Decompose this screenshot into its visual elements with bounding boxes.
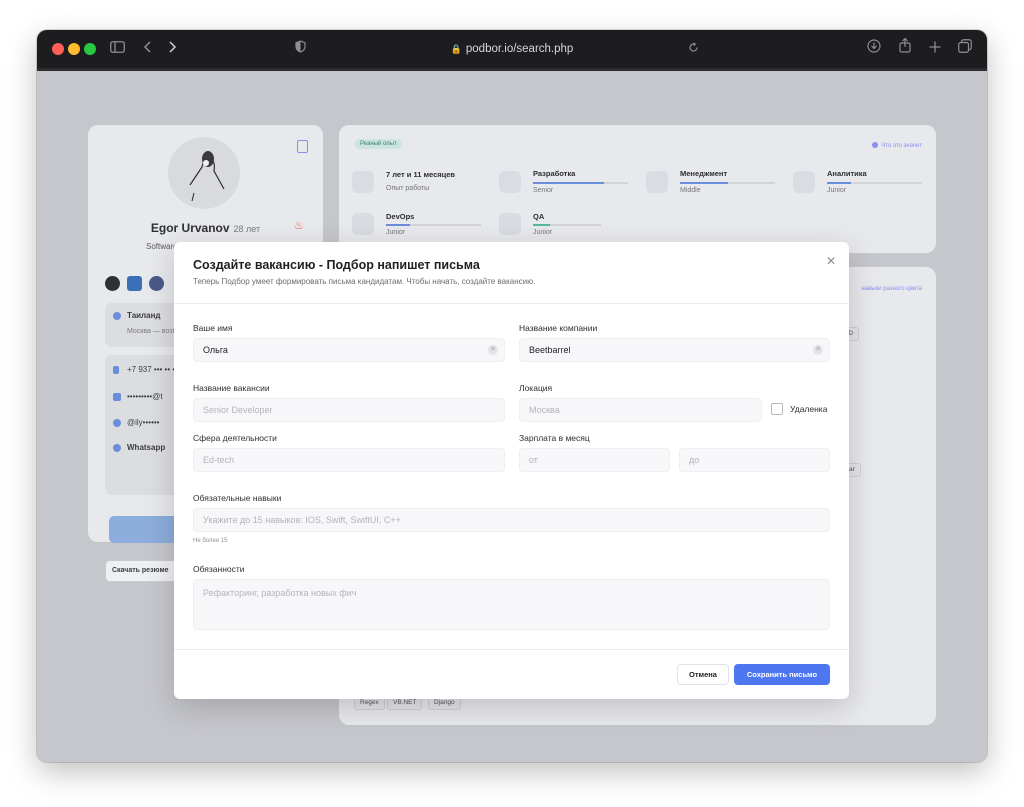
area-title: Менеджмент — [680, 169, 728, 178]
area-progress — [533, 182, 628, 184]
telegram-icon — [113, 419, 121, 427]
modal-title: Создайте вакансию - Подбор напишет письм… — [193, 258, 480, 272]
duties-label: Обязанности — [193, 564, 245, 574]
area-progress — [680, 182, 775, 184]
browser-toolbar: 🔒 podbor.io/search.php — [37, 30, 987, 68]
name-input[interactable]: Ольга ✕ — [193, 338, 505, 362]
remote-checkbox[interactable] — [771, 403, 783, 415]
fire-icon: ♨ — [294, 220, 304, 232]
location-city: Таиланд — [127, 311, 161, 320]
phone-icon — [113, 366, 119, 374]
area-level: Junior — [533, 229, 553, 236]
facebook-icon[interactable] — [149, 276, 164, 291]
skills-label: Обязательные навыки — [193, 493, 282, 503]
reload-icon[interactable] — [688, 38, 699, 60]
location-input[interactable]: Москва — [519, 398, 762, 422]
close-icon[interactable]: ✕ — [826, 255, 836, 267]
sphere-label: Сфера деятельности — [193, 433, 277, 443]
area-progress-fill — [680, 182, 728, 184]
modal-subtitle: Теперь Подбор умеет формировать письма к… — [193, 277, 536, 286]
tab-overview-icon[interactable] — [958, 38, 972, 60]
skills-input[interactable]: Укажите до 15 навыков: IOS, Swift, Swift… — [193, 508, 830, 532]
contact-email: •••••••••@t — [127, 392, 163, 401]
info-icon — [872, 142, 879, 148]
contact-phone: +7 937 ••• •• •• — [127, 365, 178, 374]
new-tab-icon[interactable] — [929, 38, 941, 60]
salary-from-input[interactable]: от — [519, 448, 670, 472]
skills-color-link[interactable]: навыки разного цвета — [861, 286, 922, 292]
vacancy-input[interactable]: Senior Developer — [193, 398, 505, 422]
area-progress-fill — [533, 224, 550, 226]
folder-icon — [352, 171, 374, 193]
area-level: Senior — [533, 187, 554, 194]
area-level: Junior — [827, 187, 847, 194]
clear-icon[interactable]: ✕ — [813, 345, 823, 355]
help-link-text: Что это значит — [881, 143, 922, 149]
contact-telegram: @ily•••••• — [127, 418, 160, 427]
area-progress-fill — [386, 224, 410, 226]
downloads-icon[interactable] — [867, 38, 881, 60]
download-resume-label: Скачать резюме — [112, 567, 169, 574]
mail-icon — [113, 393, 121, 401]
linkedin-icon[interactable] — [127, 276, 142, 291]
profile-name-text: Egor Urvanov — [150, 221, 230, 235]
profile-age: 28 лет — [233, 224, 261, 234]
github-icon[interactable] — [105, 276, 120, 291]
company-label: Название компании — [519, 323, 598, 333]
profile-name: Egor Urvanov 28 лет — [88, 221, 323, 235]
real-experience-badge: Реаный опыт — [355, 139, 402, 149]
location-pin-icon — [113, 312, 121, 320]
address-bar[interactable]: 🔒 podbor.io/search.php — [37, 40, 987, 58]
area-progress-fill — [827, 182, 851, 184]
remote-label[interactable]: Удаленка — [790, 404, 827, 414]
analytics-icon — [793, 171, 815, 193]
area-progress — [827, 182, 922, 184]
salary-label: Зарплата в месяц — [519, 433, 590, 443]
management-icon — [646, 171, 668, 193]
sphere-input[interactable]: Ed-tech — [193, 448, 505, 472]
company-value: Beetbarrel — [529, 345, 571, 355]
duties-textarea[interactable]: Рефакторинг, разработка новых фич — [193, 579, 830, 630]
area-title: Разработка — [533, 169, 576, 178]
contact-whatsapp: Whatsapp — [127, 443, 166, 452]
total-experience-sub: Опыт работы — [386, 185, 430, 192]
area-level: Junior — [386, 229, 406, 236]
share-icon[interactable] — [899, 37, 911, 60]
cancel-button[interactable]: Отмена — [677, 664, 729, 685]
name-label: Ваше имя — [193, 323, 233, 333]
help-link[interactable]: Что это значит — [872, 142, 922, 149]
footer-divider — [174, 649, 849, 650]
create-vacancy-modal: Создайте вакансию - Подбор напишет письм… — [174, 242, 849, 699]
skills-hint: Не более 15 — [193, 538, 228, 544]
clear-icon[interactable]: ✕ — [488, 345, 498, 355]
header-divider — [174, 303, 849, 304]
name-value: Ольга — [203, 345, 228, 355]
url-text: podbor.io/search.php — [465, 43, 574, 55]
area-progress — [386, 224, 481, 226]
experience-card: Реаный опыт Что это значит 7 лет и 11 ме… — [339, 125, 936, 253]
salary-to-input[interactable]: до — [679, 448, 830, 472]
server-icon — [352, 213, 374, 235]
save-letter-button[interactable]: Сохранить письмо — [734, 664, 830, 685]
area-level: Middle — [680, 187, 701, 194]
location-label: Локация — [519, 383, 553, 393]
area-title: QA — [533, 212, 545, 221]
company-input[interactable]: Beetbarrel ✕ — [519, 338, 830, 362]
total-experience: 7 лет и 11 месяцев — [386, 170, 456, 179]
area-title: Аналитика — [827, 169, 867, 178]
avatar — [168, 137, 240, 209]
download-resume-button[interactable]: Скачать резюме — [105, 560, 180, 582]
terminal-icon — [499, 171, 521, 193]
area-progress-fill — [533, 182, 605, 184]
area-progress — [533, 224, 601, 226]
gauge-icon — [499, 213, 521, 235]
lock-icon: 🔒 — [450, 44, 462, 54]
area-title: DevOps — [386, 212, 415, 221]
bookmark-icon[interactable] — [297, 140, 308, 153]
vacancy-label: Название вакансии — [193, 383, 270, 393]
whatsapp-icon — [113, 444, 121, 452]
